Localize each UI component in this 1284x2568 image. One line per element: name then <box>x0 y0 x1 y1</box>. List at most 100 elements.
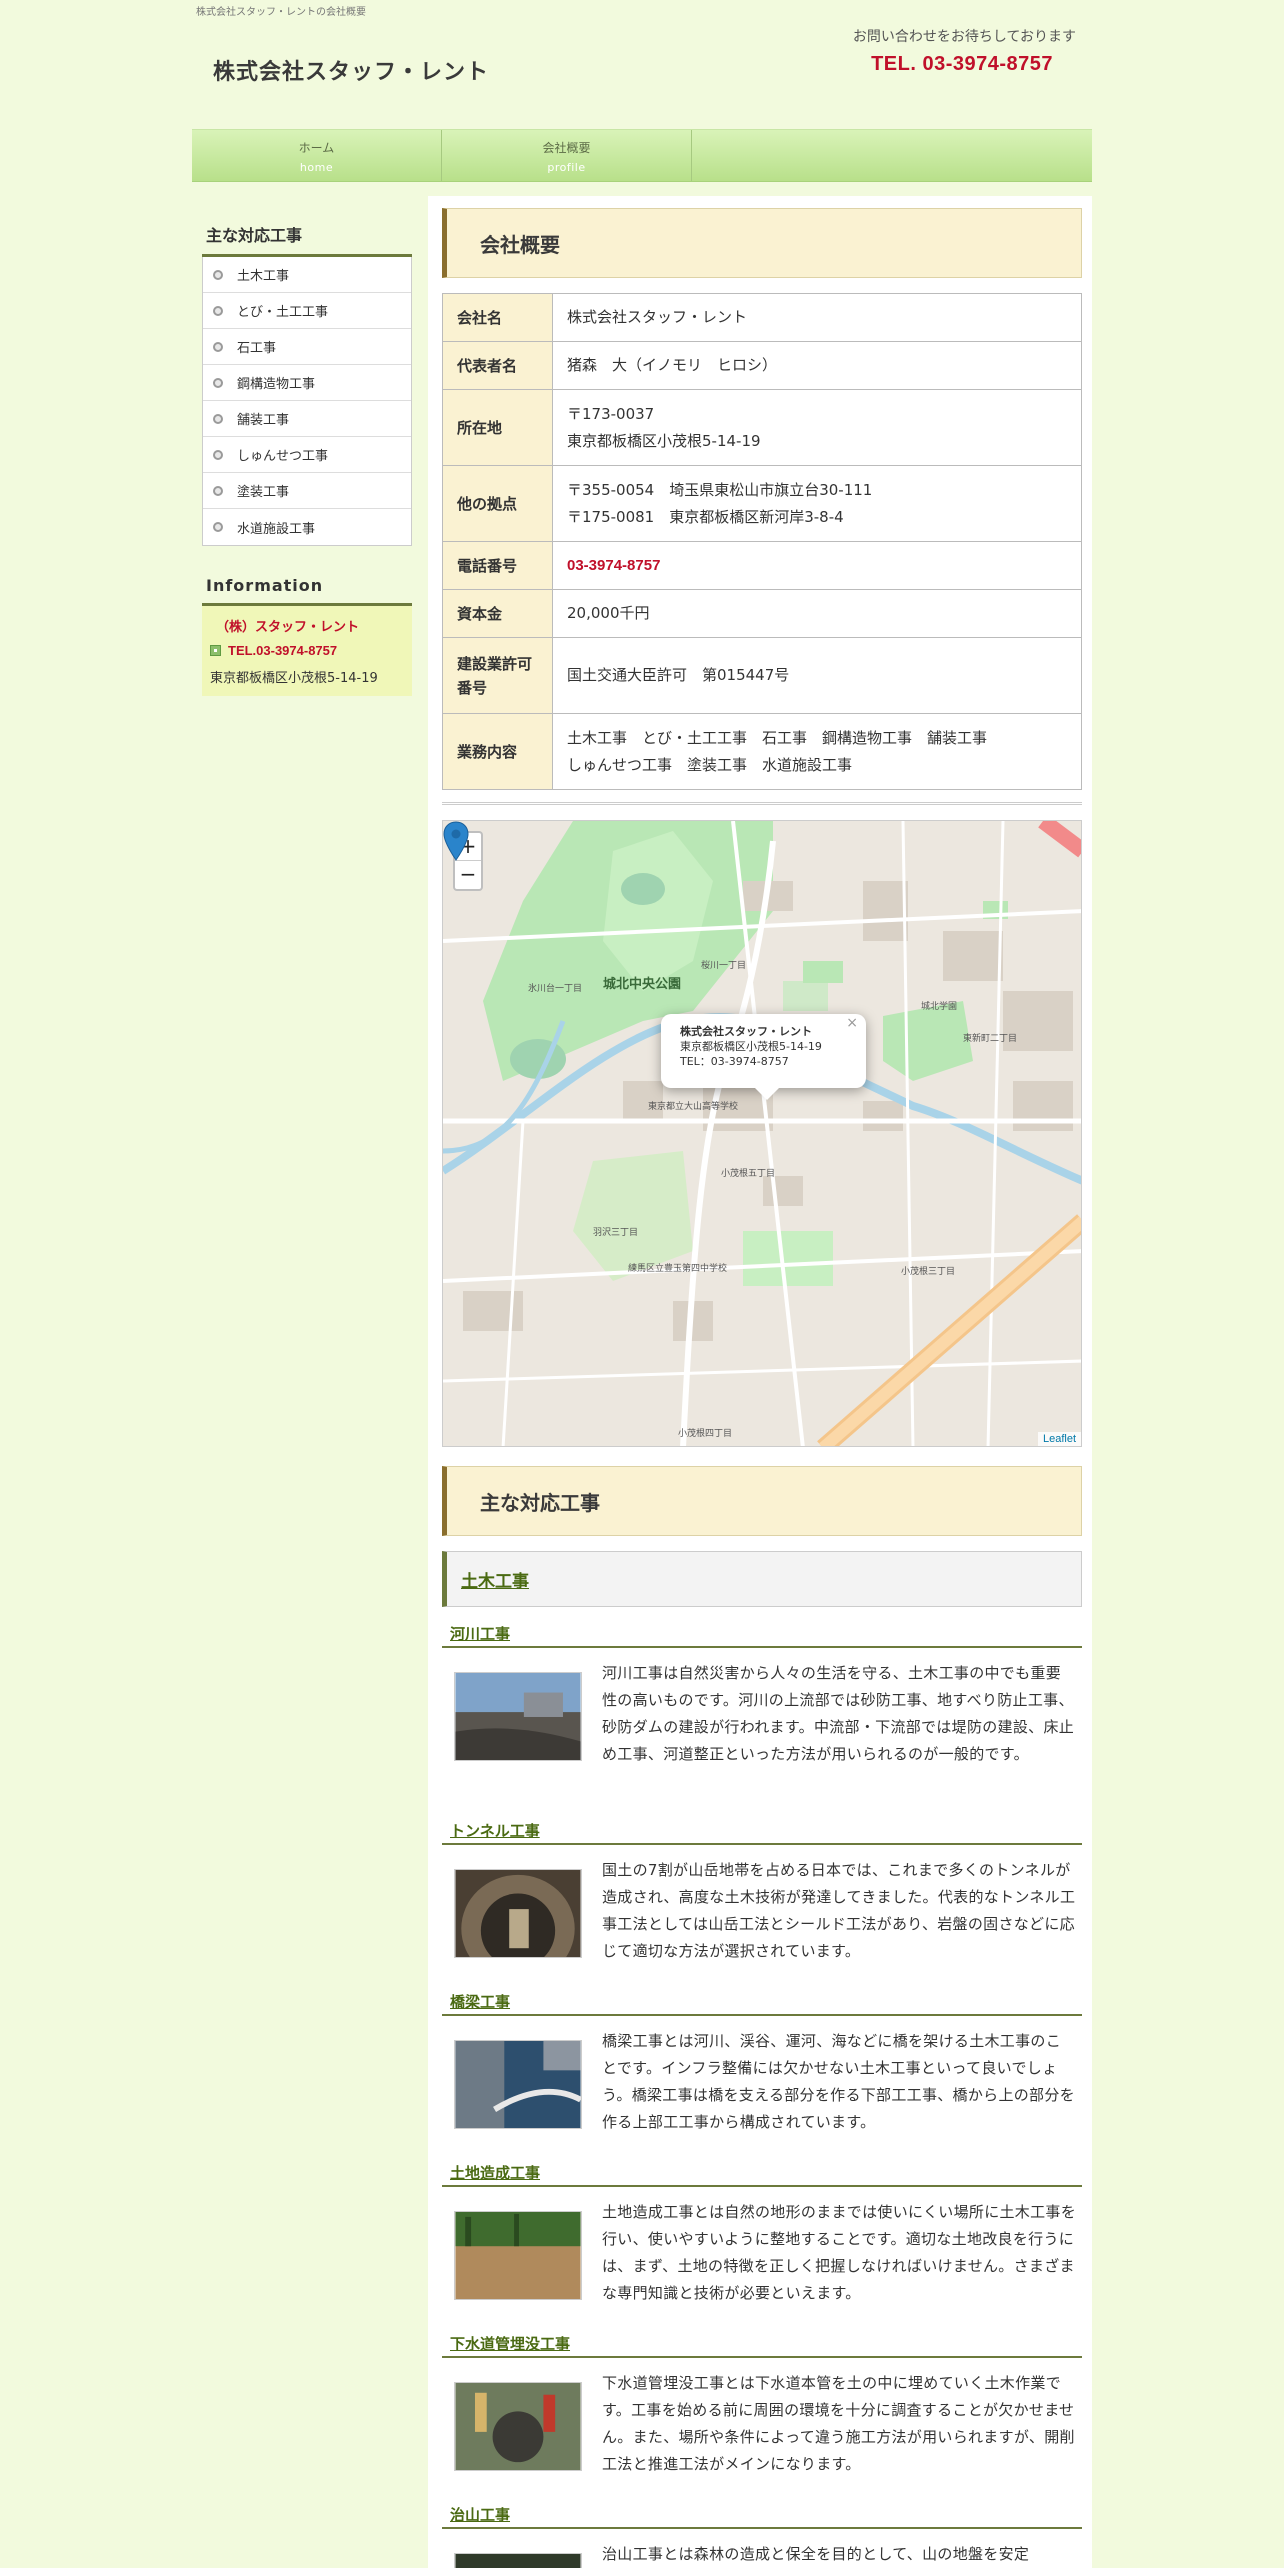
bullet-icon <box>213 485 223 496</box>
sidebar-item-ishi[interactable]: 石工事 <box>203 329 411 365</box>
work-description: 河川工事は自然災害から人々の生活を守る、土木工事の中でも重要性の高いものです。河… <box>602 1664 1075 1763</box>
site-tagline: 株式会社スタッフ・レントの会社概要 <box>196 7 366 18</box>
table-row: 会社名 株式会社スタッフ・レント <box>442 293 1082 342</box>
row-value-line: 猪森 大（イノモリ ヒロシ） <box>567 356 778 374</box>
map-label-area: 桜川一丁目 <box>701 961 747 971</box>
row-value-line: 株式会社スタッフ・レント <box>567 308 748 326</box>
row-label: 資本金 <box>442 589 553 638</box>
table-row: 建設業許可番号 国土交通大臣許可 第015447号 <box>442 637 1082 714</box>
map-tiles[interactable] <box>443 821 1082 1447</box>
map-label-area: 羽沢三丁目 <box>593 1228 639 1238</box>
info-company-name: （株）スタッフ・レント <box>216 620 360 635</box>
nav-profile[interactable]: 会社概要 profile <box>442 130 692 181</box>
sidebar-item-tobi[interactable]: とび・土工工事 <box>203 293 411 329</box>
popup-title: 株式会社スタッフ・レント <box>680 1025 812 1038</box>
bullet-icon <box>213 413 223 424</box>
contact-tel[interactable]: TEL. 03-3974-8757 <box>871 53 1053 76</box>
sidebar-item-label: 塗装工事 <box>237 485 290 500</box>
profile-heading: 会社概要 <box>442 208 1082 278</box>
sidebar-item-label: 鋼構造物工事 <box>237 377 316 392</box>
row-value-line: 〒173-0037 <box>567 404 655 423</box>
sidebar-item-label: 土木工事 <box>237 269 290 284</box>
row-value-line: 〒355-0054 埼玉県東松山市旗立台30-111 <box>567 480 873 499</box>
sidebar-heading: 主な対応工事 <box>202 210 412 257</box>
work-item: トンネル工事 国土の7割が山岳地帯を占める日本では、これまで多くのトンネルが造成… <box>442 1820 1082 1965</box>
map-attribution[interactable]: Leaflet <box>1037 1432 1081 1446</box>
tunnel-works-image <box>454 1869 582 1958</box>
work-title[interactable]: 橋梁工事 <box>442 1991 1082 2016</box>
row-label: 会社名 <box>442 293 553 342</box>
map-label-area: 東新町二丁目 <box>963 1034 1018 1044</box>
work-title[interactable]: 治山工事 <box>442 2504 1082 2529</box>
sidebar-item-label: 水道施設工事 <box>237 521 316 537</box>
map-pin-icon[interactable] <box>443 821 469 861</box>
table-row: 代表者名 猪森 大（イノモリ ヒロシ） <box>442 341 1082 390</box>
close-icon[interactable]: × <box>846 1016 858 1031</box>
work-item: 橋梁工事 橋梁工事とは河川、渓谷、運河、海などに橋を架ける土木工事のことです。イ… <box>442 1991 1082 2136</box>
row-label: 建設業許可番号 <box>442 637 553 714</box>
row-label: 所在地 <box>442 389 553 466</box>
bridge-works-image <box>454 2040 582 2129</box>
row-value-line: しゅんせつ工事 塗装工事 水道施設工事 <box>567 755 853 774</box>
table-row: 業務内容 土木工事 とび・土工工事 石工事 鋼構造物工事 舗装工事 しゅんせつ工事 … <box>442 713 1082 790</box>
sidebar-item-shunsetsu[interactable]: しゅんせつ工事 <box>203 437 411 473</box>
map-label-area: 小茂根五丁目 <box>721 1169 776 1179</box>
info-tel-text: TEL.03-3974-8757 <box>228 643 338 658</box>
info-address: 東京都板橋区小茂根5-14-19 <box>210 671 378 686</box>
row-value: 国土交通大臣許可 第015447号 <box>552 637 1082 714</box>
info-heading: Information <box>202 576 412 606</box>
work-item: 土地造成工事 土地造成工事とは自然の地形のままでは使いにくい場所に土木工事を行い… <box>442 2162 1082 2307</box>
sidebar-item-label: しゅんせつ工事 <box>237 449 329 464</box>
work-description: 国土の7割が山岳地帯を占める日本では、これまで多くのトンネルが造成され、高度な土… <box>602 1861 1076 1960</box>
table-row: 資本金 20,000千円 <box>442 589 1082 638</box>
work-description: 橋梁工事とは河川、渓谷、運河、海などに橋を架ける土木工事のことです。インフラ整備… <box>602 2032 1075 2131</box>
sidebar-item-tosou[interactable]: 塗装工事 <box>203 473 411 509</box>
sidebar-item-label: とび・土工工事 <box>237 305 329 320</box>
contact-note: お問い合わせをお待ちしております <box>852 29 1076 45</box>
bullet-icon <box>213 377 223 388</box>
sidebar-item-kokozo[interactable]: 鋼構造物工事 <box>203 365 411 401</box>
work-title[interactable]: 下水道管埋没工事 <box>442 2333 1082 2358</box>
sidebar: 主な対応工事 土木工事 とび・土工工事 石工事 鋼構造物工事 舗装工事 しゅんせ… <box>202 210 412 696</box>
map-popup: × 株式会社スタッフ・レント 東京都板橋区小茂根5-14-19 TEL：03-3… <box>661 1014 866 1100</box>
global-nav: ホーム home 会社概要 profile <box>192 129 1092 182</box>
map-widget[interactable]: 城北中央公園 桜川一丁目 氷川台一丁目 小茂根五丁目 羽沢三丁目 小茂根三丁目 … <box>442 820 1082 1447</box>
map-label-area: 氷川台一丁目 <box>528 984 583 994</box>
nav-home[interactable]: ホーム home <box>192 130 442 181</box>
sidebar-item-doboku[interactable]: 土木工事 <box>203 257 411 293</box>
work-description: 下水道管埋没工事とは下水道本管を土の中に埋めていく土木作業です。工事を始める前に… <box>602 2374 1075 2473</box>
row-value: 土木工事 とび・土工工事 石工事 鋼構造物工事 舗装工事 しゅんせつ工事 塗装工事… <box>552 713 1082 790</box>
bullet-icon <box>213 341 223 352</box>
row-value: 猪森 大（イノモリ ヒロシ） <box>552 341 1082 390</box>
sidebar-item-hoso[interactable]: 舗装工事 <box>203 401 411 437</box>
bullet-icon <box>213 269 223 280</box>
nav-home-sublabel: home <box>299 161 334 174</box>
row-label: 業務内容 <box>442 713 553 790</box>
row-value-tel[interactable]: 03-3974-8757 <box>552 541 1082 590</box>
row-value-line: 土木工事 とび・土工工事 石工事 鋼構造物工事 舗装工事 <box>567 728 988 747</box>
work-title[interactable]: 土地造成工事 <box>442 2162 1082 2187</box>
category-heading[interactable]: 土木工事 <box>442 1551 1082 1607</box>
river-works-image <box>454 1672 582 1761</box>
main-content: 会社概要 会社名 株式会社スタッフ・レント 代表者名 猪森 大（イノモリ ヒロシ） … <box>428 196 1092 2568</box>
sewer-pipe-image <box>454 2382 582 2471</box>
sidebar-item-suido[interactable]: 水道施設工事 <box>203 509 411 545</box>
work-title[interactable]: トンネル工事 <box>442 1820 1082 1845</box>
map-label-area: 東京都立大山高等学校 <box>648 1102 739 1112</box>
table-row: 電話番号 03-3974-8757 <box>442 541 1082 590</box>
work-item: 下水道管埋没工事 下水道管埋没工事とは下水道本管を土の中に埋めていく土木作業です… <box>442 2333 1082 2478</box>
map-label-area: 小茂根四丁目 <box>678 1429 733 1439</box>
works-heading: 主な対応工事 <box>442 1466 1082 1536</box>
info-tel[interactable]: TEL.03-3974-8757 <box>210 643 404 658</box>
row-value-line: 東京都板橋区小茂根5-14-19 <box>567 431 761 450</box>
work-item: 治山工事 治山工事とは森林の造成と保全を目的として、山の地盤を安定 <box>442 2504 1082 2568</box>
site-title[interactable]: 株式会社スタッフ・レント <box>213 54 489 86</box>
forest-conservation-image <box>454 2553 582 2568</box>
work-item: 河川工事 河川工事は自然災害から人々の生活を守る、土木工事の中でも重要性の高いも… <box>442 1623 1082 1768</box>
map-label-area: 城北学園 <box>921 1002 958 1012</box>
zoom-out-button[interactable]: − <box>455 861 481 889</box>
map-label-area: 小茂根三丁目 <box>901 1267 956 1277</box>
work-title[interactable]: 河川工事 <box>442 1623 1082 1648</box>
work-description: 土地造成工事とは自然の地形のままでは使いにくい場所に土木工事を行い、使いやすいよ… <box>602 2203 1077 2302</box>
row-label: 他の拠点 <box>442 465 553 542</box>
